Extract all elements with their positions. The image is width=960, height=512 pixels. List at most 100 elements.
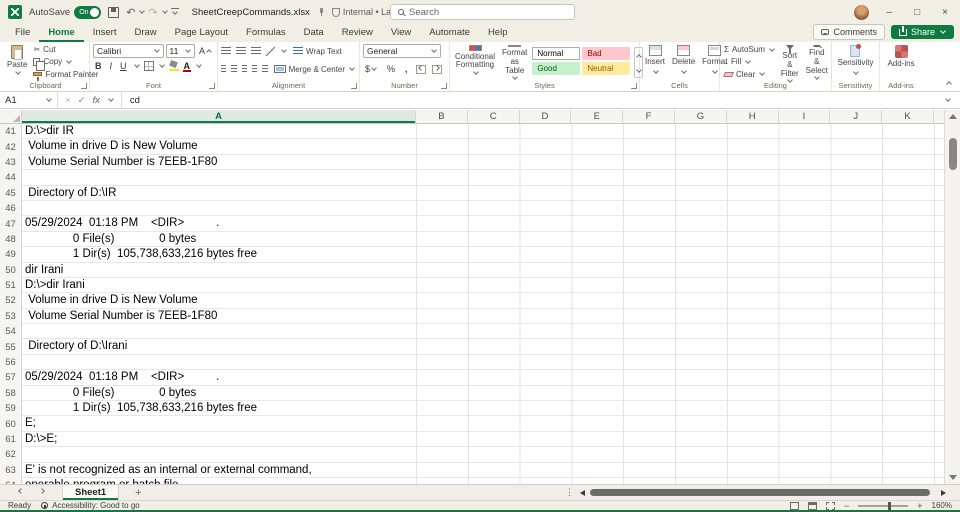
maximize-button[interactable]: □: [910, 7, 924, 18]
borders-icon[interactable]: [144, 61, 154, 71]
search-input[interactable]: Search: [390, 4, 575, 20]
tab-page-layout[interactable]: Page Layout: [166, 25, 237, 42]
delete-cells-button[interactable]: Delete: [670, 44, 697, 80]
increase-decimal-icon[interactable]: [416, 65, 426, 74]
row-header-57[interactable]: 57: [0, 370, 22, 385]
add-sheet-button[interactable]: +: [135, 487, 141, 499]
tab-review[interactable]: Review: [333, 25, 382, 42]
cell-A48[interactable]: 0 File(s) 0 bytes: [22, 232, 416, 247]
style-neutral[interactable]: Neutral: [582, 62, 630, 75]
cell-A49[interactable]: 1 Dir(s) 105,738,633,216 bytes free: [22, 247, 416, 262]
enter-icon[interactable]: ✓: [78, 95, 86, 106]
conditional-formatting-button[interactable]: Conditional Formatting: [453, 44, 497, 80]
column-header-j[interactable]: J: [830, 110, 882, 123]
formula-input[interactable]: cd: [122, 95, 944, 106]
page-layout-view-icon[interactable]: [808, 502, 817, 510]
close-button[interactable]: ×: [938, 7, 952, 18]
cell-A43[interactable]: Volume Serial Number is 7EEB-1F80: [22, 155, 416, 170]
clipboard-dialog-launcher-icon[interactable]: [81, 83, 87, 89]
zoom-in-button[interactable]: +: [917, 501, 922, 511]
cell-A46[interactable]: [22, 201, 416, 216]
row-header-62[interactable]: 62: [0, 447, 22, 462]
row-header-41[interactable]: 41: [0, 124, 22, 139]
orientation-icon[interactable]: [266, 47, 275, 56]
row-header-61[interactable]: 61: [0, 432, 22, 447]
cell-A54[interactable]: [22, 324, 416, 339]
cell-A52[interactable]: Volume in drive D is New Volume: [22, 293, 416, 308]
align-right-icon[interactable]: [242, 65, 247, 73]
column-header-a[interactable]: A: [22, 110, 416, 123]
tab-home[interactable]: Home: [39, 25, 83, 42]
alignment-dialog-launcher-icon[interactable]: [351, 83, 357, 89]
row-header-48[interactable]: 48: [0, 232, 22, 247]
row-header-45[interactable]: 45: [0, 186, 22, 201]
font-dialog-launcher-icon[interactable]: [209, 83, 215, 89]
autosave-control[interactable]: AutoSave On: [29, 6, 101, 19]
comments-button[interactable]: Comments: [813, 24, 885, 40]
comma-style-button[interactable]: ,: [403, 64, 410, 74]
tab-draw[interactable]: Draw: [125, 25, 165, 42]
normal-view-icon[interactable]: [790, 502, 799, 510]
number-dialog-launcher-icon[interactable]: [441, 83, 447, 89]
column-header-f[interactable]: F: [623, 110, 675, 123]
style-bad[interactable]: Bad: [582, 47, 630, 60]
increase-indent-icon[interactable]: [262, 65, 267, 73]
row-header-60[interactable]: 60: [0, 416, 22, 431]
document-title[interactable]: SheetCreepCommands.xlsx: [192, 7, 310, 18]
row-header-54[interactable]: 54: [0, 324, 22, 339]
autosave-toggle[interactable]: On: [74, 6, 101, 19]
column-header-d[interactable]: D: [520, 110, 572, 123]
name-box[interactable]: A1: [0, 92, 58, 108]
row-header-51[interactable]: 51: [0, 278, 22, 293]
paste-button[interactable]: Paste: [5, 44, 29, 80]
vertical-scrollbar[interactable]: [944, 110, 960, 484]
vertical-scroll-thumb[interactable]: [949, 138, 957, 170]
cell-A55[interactable]: Directory of D:\Irani: [22, 339, 416, 354]
column-header-k[interactable]: K: [882, 110, 934, 123]
scroll-down-icon[interactable]: [949, 475, 957, 480]
column-header-g[interactable]: G: [675, 110, 727, 123]
fill-color-icon[interactable]: [169, 61, 179, 71]
cell-A61[interactable]: D:\>E;: [22, 432, 416, 447]
align-bottom-icon[interactable]: [251, 47, 261, 55]
horizontal-scroll-thumb[interactable]: [590, 489, 930, 496]
merge-center-button[interactable]: Merge & Center: [273, 63, 356, 75]
cell-A42[interactable]: Volume in drive D is New Volume: [22, 139, 416, 154]
customize-toolbar-icon[interactable]: [171, 8, 179, 17]
avatar[interactable]: [854, 5, 869, 20]
row-header-44[interactable]: 44: [0, 170, 22, 185]
align-left-icon[interactable]: [221, 65, 226, 73]
clear-button[interactable]: Clear: [723, 69, 776, 80]
decrease-indent-icon[interactable]: [252, 65, 257, 73]
sheet-nav-right-icon[interactable]: [31, 487, 52, 498]
sheet-options-icon[interactable]: ⋮: [559, 487, 580, 498]
find-select-button[interactable]: Find & Select: [804, 44, 830, 80]
row-header-63[interactable]: 63: [0, 463, 22, 478]
row-header-58[interactable]: 58: [0, 386, 22, 401]
tab-formulas[interactable]: Formulas: [237, 25, 295, 42]
tab-insert[interactable]: Insert: [84, 25, 126, 42]
cell-A59[interactable]: 1 Dir(s) 105,738,633,216 bytes free: [22, 401, 416, 416]
addins-button[interactable]: Add-ins: [885, 44, 916, 80]
select-all-button[interactable]: [0, 110, 22, 123]
zoom-slider[interactable]: [858, 505, 908, 507]
align-center-icon[interactable]: [231, 65, 236, 73]
cell-A58[interactable]: 0 File(s) 0 bytes: [22, 386, 416, 401]
horizontal-scrollbar[interactable]: [580, 485, 946, 500]
row-header-47[interactable]: 47: [0, 216, 22, 231]
cell-A47[interactable]: 05/29/2024 01:18 PM <DIR> .: [22, 216, 416, 231]
share-button[interactable]: Share: [891, 25, 954, 39]
redo-chevron-icon[interactable]: [162, 8, 168, 14]
formula-bar-expand-icon[interactable]: [945, 96, 951, 102]
align-middle-icon[interactable]: [236, 47, 246, 55]
row-header-46[interactable]: 46: [0, 201, 22, 216]
insert-cells-button[interactable]: Insert: [643, 44, 667, 80]
row-header-49[interactable]: 49: [0, 247, 22, 262]
currency-button[interactable]: $: [363, 64, 379, 74]
cell-A51[interactable]: D:\>dir Irani: [22, 278, 416, 293]
fill-button[interactable]: ↓Fill: [723, 56, 776, 67]
cancel-icon[interactable]: ×: [65, 95, 71, 106]
row-header-52[interactable]: 52: [0, 293, 22, 308]
row-header-53[interactable]: 53: [0, 309, 22, 324]
excel-logo-icon[interactable]: [8, 5, 22, 19]
